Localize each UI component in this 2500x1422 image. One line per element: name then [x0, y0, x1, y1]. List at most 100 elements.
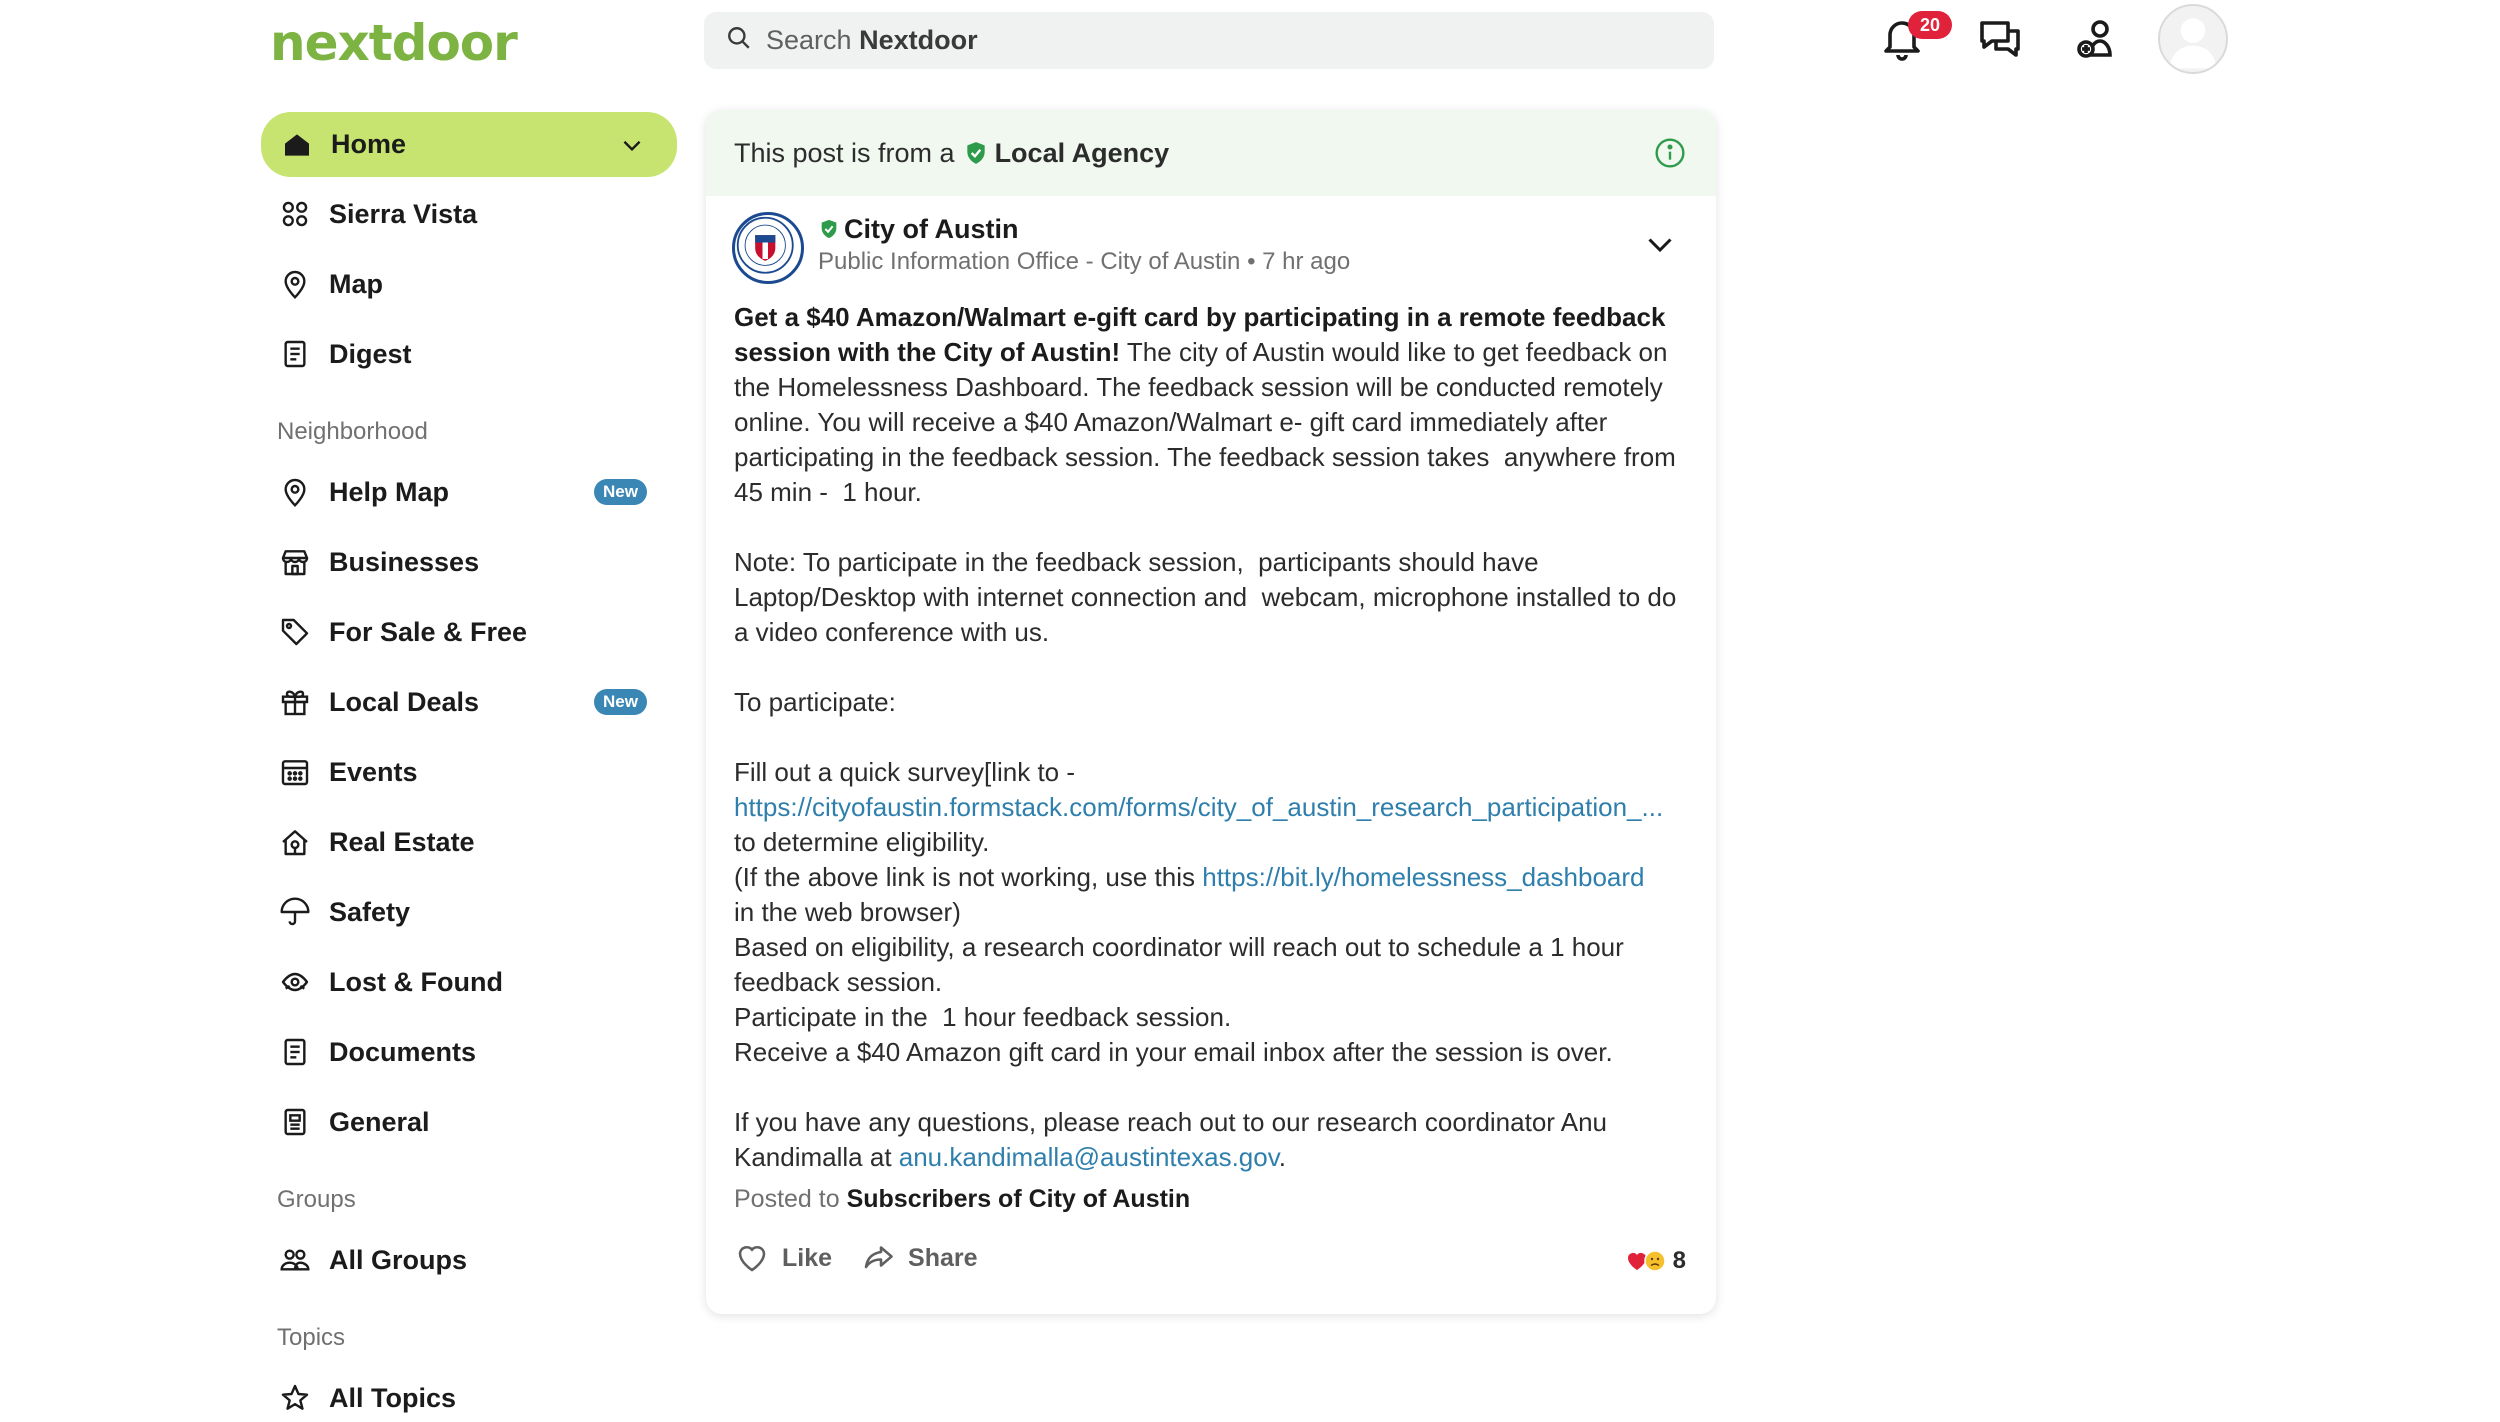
sidebar-item-documents[interactable]: Documents: [261, 1017, 677, 1087]
reactions-summary[interactable]: 8: [1625, 1247, 1686, 1275]
post-card: This post is from a Local Agency City of…: [706, 110, 1716, 1314]
post-menu-chevron-icon[interactable]: [1642, 226, 1678, 262]
neighborhood-icon: [277, 196, 313, 232]
author-name[interactable]: City of Austin: [844, 214, 1019, 245]
verified-shield-icon: [818, 218, 840, 240]
section-topics: Topics: [277, 1324, 346, 1351]
document-icon: [277, 1034, 313, 1070]
sidebar-item-label: All Topics: [329, 1382, 457, 1413]
lost-found-icon: [277, 964, 313, 1000]
sidebar-item-for-sale-and-free[interactable]: For Sale & Free: [261, 597, 677, 667]
map-pin-icon: [277, 474, 313, 510]
post-step-2: Based on eligibility, a research coordin…: [734, 932, 1632, 997]
home-icon: [279, 127, 315, 163]
post-alt-prefix: (If the above link is not working, use t…: [734, 862, 1203, 892]
share-arrow-icon: [864, 1246, 893, 1269]
sidebar-item-events[interactable]: Events: [261, 737, 677, 807]
digest-icon: [277, 336, 313, 372]
survey-link[interactable]: https://cityofaustin.formstack.com/forms…: [734, 792, 1663, 822]
agency-banner: This post is from a Local Agency: [706, 110, 1716, 196]
sidebar-item-businesses[interactable]: Businesses: [261, 527, 677, 597]
post-alt-after: in the web browser): [734, 897, 961, 927]
email-link[interactable]: anu.kandimalla@austintexas.gov: [899, 1142, 1279, 1172]
sidebar-item-label: For Sale & Free: [329, 616, 528, 647]
sidebar-item-label: Safety: [329, 896, 411, 927]
post-note: Note: To participate in the feedback ses…: [734, 547, 1684, 647]
like-label: Like: [782, 1243, 833, 1272]
section-groups: Groups: [277, 1186, 356, 1213]
sidebar-item-map[interactable]: Map: [261, 249, 677, 319]
post-survey-line: Fill out a quick survey[link to -: [734, 757, 1076, 787]
search-bar[interactable]: Search Nextdoor: [704, 12, 1714, 69]
sidebar-item-lost-and-found[interactable]: Lost & Found: [261, 947, 677, 1017]
chevron-down-icon[interactable]: [619, 132, 645, 158]
sad-face-reaction-icon: [1643, 1250, 1666, 1272]
sidebar-item-all-groups[interactable]: All Groups: [261, 1225, 677, 1295]
umbrella-icon: [277, 894, 313, 930]
like-button[interactable]: Like: [734, 1240, 832, 1276]
add-person-icon: [2074, 15, 2122, 68]
agency-type[interactable]: Local Agency: [995, 138, 1170, 169]
share-label: Share: [908, 1243, 978, 1272]
agency-prefix: This post is from a: [734, 137, 955, 168]
chat-icon: [1976, 15, 2024, 68]
alt-link[interactable]: https://bit.ly/homelessness_dashboard: [1202, 862, 1644, 892]
star-icon: [277, 1380, 313, 1416]
sidebar-item-label: Documents: [329, 1036, 477, 1067]
sidebar-item-label: Businesses: [329, 546, 480, 577]
post-to-participate: To participate:: [734, 687, 896, 717]
invite-neighbors-button[interactable]: [2071, 14, 2125, 68]
sidebar-item-label: Local Deals: [329, 686, 480, 717]
sidebar-item-real-estate[interactable]: Real Estate: [261, 807, 677, 877]
house-icon: [277, 824, 313, 860]
sidebar-item-safety[interactable]: Safety: [261, 877, 677, 947]
sidebar-item-label: Help Map: [329, 476, 450, 507]
post-author: City of Austin Public Information Office…: [732, 212, 1350, 284]
verified-shield-icon: [963, 140, 989, 166]
post-step-4: Receive a $40 Amazon gift card in your e…: [734, 1037, 1613, 1067]
map-pin-icon: [277, 266, 313, 302]
general-icon: [277, 1104, 313, 1140]
sidebar-item-local-deals[interactable]: Local Deals New: [261, 667, 677, 737]
post-step-3: Participate in the 1 hour feedback sessi…: [734, 1002, 1232, 1032]
search-icon: [726, 25, 752, 56]
share-button[interactable]: Share: [860, 1240, 978, 1276]
sidebar-item-digest[interactable]: Digest: [261, 319, 677, 389]
sidebar-item-sierra-vista[interactable]: Sierra Vista: [261, 179, 677, 249]
post-body: Get a $40 Amazon/Walmart e-gift card by …: [734, 300, 1679, 1175]
post-meta: Public Information Office - City of Aust…: [818, 248, 1351, 275]
sidebar-nav: Home Sierra Vista Map Digest Neighborhood …: [261, 112, 677, 1422]
groups-icon: [277, 1242, 313, 1278]
storefront-icon: [277, 544, 313, 580]
section-neighborhood: Neighborhood: [277, 418, 428, 445]
sidebar-item-label: Real Estate: [329, 826, 475, 857]
post-questions-end: .: [1278, 1142, 1287, 1172]
post-actions: Like Share: [734, 1240, 1006, 1276]
sidebar-item-label: All Groups: [329, 1244, 468, 1275]
sidebar-item-label: Map: [329, 268, 383, 299]
sidebar-item-home[interactable]: Home: [261, 112, 677, 177]
tag-icon: [277, 614, 313, 650]
new-badge: New: [594, 689, 647, 715]
sidebar-item-label: Home: [331, 129, 407, 159]
sidebar-item-label: Events: [329, 756, 418, 787]
profile-avatar[interactable]: [2158, 4, 2228, 74]
city-seal-avatar[interactable]: [732, 212, 804, 284]
sidebar-item-label: Lost & Found: [329, 966, 503, 997]
posted-to-audience[interactable]: Subscribers of City of Austin: [847, 1185, 1191, 1213]
posted-to-prefix: Posted to: [734, 1185, 840, 1213]
sidebar-item-general[interactable]: General: [261, 1087, 677, 1157]
sidebar-item-help-map[interactable]: Help Map New: [261, 457, 677, 527]
sidebar-item-label: General: [329, 1106, 430, 1137]
sidebar-item-all-topics[interactable]: All Topics: [261, 1363, 677, 1422]
nextdoor-logo[interactable]: nextdoor: [270, 10, 518, 76]
search-placeholder: Search Nextdoor: [766, 25, 978, 55]
info-icon[interactable]: [1654, 137, 1686, 169]
sidebar-item-label: Digest: [329, 338, 412, 369]
calendar-icon: [277, 754, 313, 790]
messages-button[interactable]: [1973, 14, 2027, 68]
sidebar-item-label: Sierra Vista: [329, 198, 478, 229]
post-survey-after: to determine eligibility.: [734, 827, 990, 857]
notification-badge: 20: [1908, 11, 1952, 39]
new-badge: New: [594, 479, 647, 505]
